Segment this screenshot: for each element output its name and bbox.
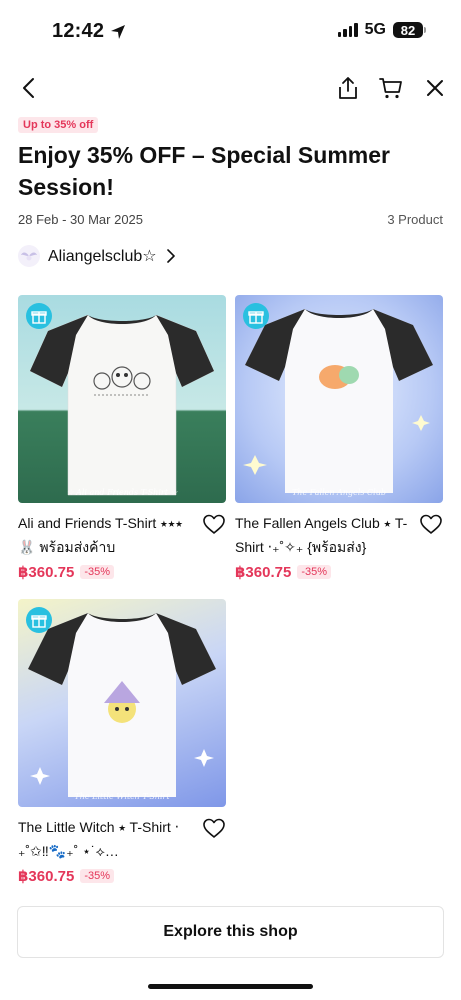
gift-badge	[26, 303, 52, 329]
product-card[interactable]: The Fallen Angels Club The Fallen Angels…	[235, 295, 443, 581]
image-watermark: The Little Witch T-Shirt	[74, 792, 170, 801]
share-button[interactable]	[334, 74, 362, 102]
share-icon	[339, 77, 357, 99]
tshirt-image	[243, 309, 433, 493]
product-name[interactable]: The Fallen Angels Club ⭑ T-Shirt ‧₊˚✧₊ {…	[235, 511, 413, 559]
shop-name: Aliangelsclub☆	[48, 248, 157, 265]
product-image[interactable]: The Fallen Angels Club	[235, 295, 443, 503]
product-count: 3 Product	[387, 212, 443, 227]
promo-dates: 28 Feb - 30 Mar 2025	[18, 212, 144, 227]
status-time: 12:42	[52, 20, 126, 43]
signal-icon	[337, 23, 358, 37]
close-button[interactable]	[421, 74, 449, 102]
product-image[interactable]: ☆ Ali and Friends T-Shirt ☆	[18, 295, 226, 503]
close-icon	[427, 80, 443, 96]
discount-badge: -35%	[80, 565, 115, 579]
status-bar: 12:42 5G 82	[0, 0, 461, 62]
product-image[interactable]: The Little Witch T-Shirt	[18, 599, 226, 807]
top-nav	[0, 70, 461, 104]
shop-avatar	[18, 245, 40, 267]
location-arrow-icon	[111, 24, 126, 39]
battery-level: 82	[400, 22, 416, 38]
cart-icon	[379, 78, 402, 99]
heart-icon[interactable]	[202, 817, 226, 841]
product-card[interactable]: The Little Witch T-Shirt The Little Witc…	[18, 599, 226, 885]
gift-badge	[26, 607, 52, 633]
network-label: 5G	[364, 21, 386, 38]
heart-icon[interactable]	[419, 513, 443, 537]
angel-logo-icon	[21, 252, 37, 261]
gift-icon	[31, 615, 47, 628]
cart-button[interactable]	[377, 74, 405, 102]
price: ฿360.75	[18, 564, 75, 581]
image-watermark: The Fallen Angels Club	[291, 488, 387, 497]
promo-badge: Up to 35% off	[18, 117, 99, 133]
home-indicator[interactable]	[148, 984, 313, 989]
gift-icon	[31, 311, 47, 324]
price: ฿360.75	[235, 564, 292, 581]
product-name[interactable]: The Little Witch ⭑ T-Shirt ‧₊˚✩‼🐾₊˚ ⋆˙⟡…	[18, 815, 196, 863]
gift-icon	[248, 311, 264, 324]
tshirt-image	[28, 613, 216, 797]
clock: 12:42	[52, 20, 105, 42]
chevron-right-icon	[166, 249, 175, 263]
explore-shop-button[interactable]: Explore this shop	[17, 906, 444, 958]
gift-badge	[243, 303, 269, 329]
product-card[interactable]: ☆ Ali and Friends T-Shirt ☆ Ali and Frie…	[18, 295, 226, 581]
chevron-left-icon	[23, 78, 34, 98]
heart-icon[interactable]	[202, 513, 226, 537]
shop-link[interactable]: Aliangelsclub☆	[18, 245, 177, 267]
price-row: ฿360.75 -35%	[235, 563, 332, 581]
discount-badge: -35%	[297, 565, 332, 579]
tshirt-image	[29, 314, 215, 496]
price: ฿360.75	[18, 868, 75, 885]
back-button[interactable]	[15, 74, 43, 102]
discount-badge: -35%	[80, 869, 115, 883]
price-row: ฿360.75 -35%	[18, 867, 115, 885]
battery-icon: 82	[393, 22, 426, 38]
page-title: Enjoy 35% OFF – Special Summer Session!	[18, 142, 390, 200]
product-name[interactable]: Ali and Friends T-Shirt ⭑⭑⭑ 🐰 พร้อมส่งค้…	[18, 511, 196, 559]
price-row: ฿360.75 -35%	[18, 563, 115, 581]
image-watermark: ☆ Ali and Friends T-Shirt ☆	[66, 488, 178, 497]
